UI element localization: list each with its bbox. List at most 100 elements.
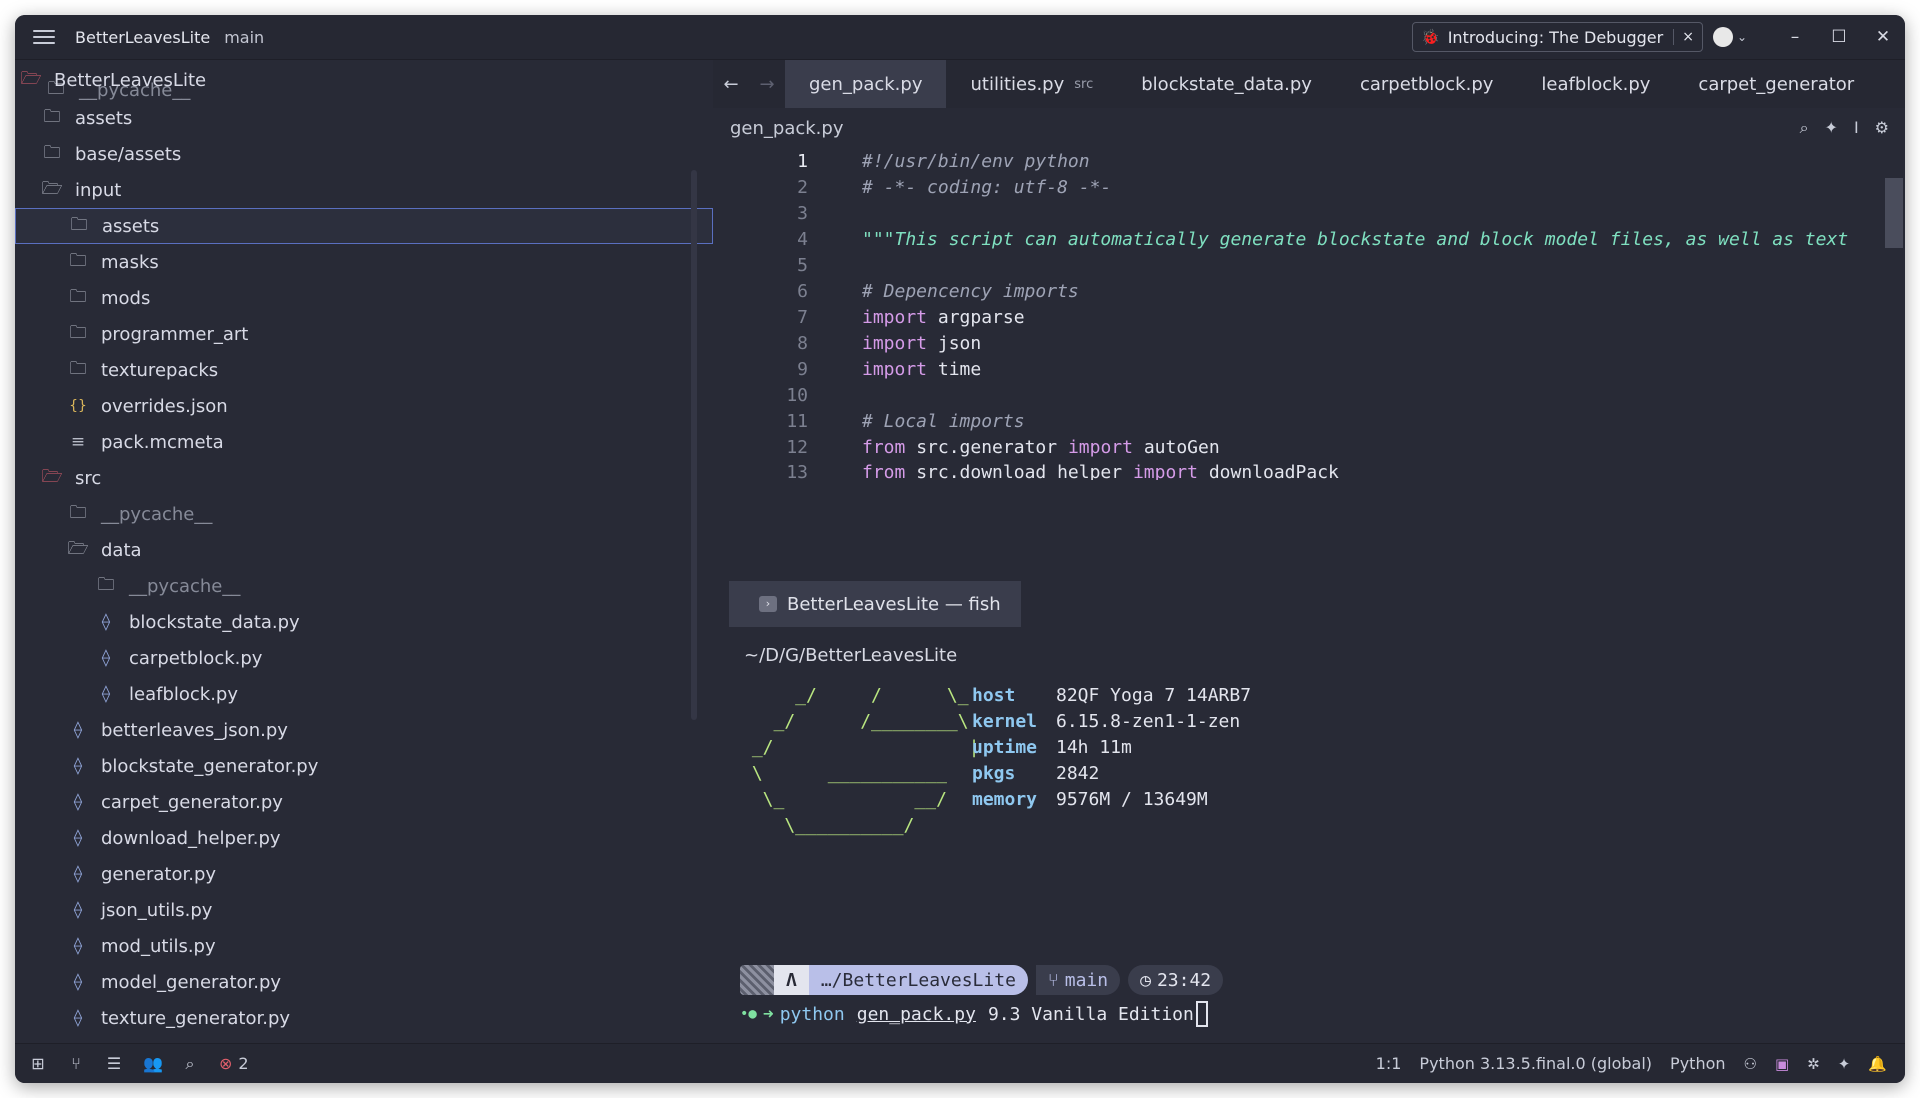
tree-item[interactable]: 🗀 __pycache__ xyxy=(67,496,713,532)
folder-icon: 🗀 xyxy=(43,106,61,127)
announcement-text: Introducing: The Debugger xyxy=(1447,27,1664,47)
editor-toolbar: gen_pack.py ⌕ ✦ I ⚙ xyxy=(713,108,1905,148)
tree-item[interactable]: ⟠ carpetblock.py xyxy=(95,640,713,676)
diagnostics-errors[interactable]: ⊗ 2 xyxy=(219,1054,249,1073)
tree-item[interactable]: ⟠ blockstate_data.py xyxy=(95,604,713,640)
close-window-button[interactable]: ✕ xyxy=(1861,27,1905,47)
tree-item[interactable]: 🗁 src xyxy=(41,460,713,496)
debug-icon[interactable]: ✲ xyxy=(1807,1055,1820,1073)
search-icon[interactable]: ⌕ xyxy=(181,1054,199,1074)
language-mode[interactable]: Python xyxy=(1670,1054,1725,1073)
tree-item[interactable]: ⟠ model_generator.py xyxy=(67,964,713,1000)
ascii-art-logo: _/ / \_ _/ /________\ _/ | \ ___________… xyxy=(751,685,980,836)
error-icon: ⊗ xyxy=(219,1054,233,1073)
assistant-sparkle-icon[interactable]: ✦ xyxy=(1825,118,1838,138)
tree-item[interactable]: ≡ pack.mcmeta xyxy=(67,424,713,460)
line-number: 12 xyxy=(786,436,808,458)
folder-open-icon: 🗁 xyxy=(41,466,63,487)
collaborators-icon[interactable]: 👥 xyxy=(143,1054,163,1073)
arch-logo-icon: Λ xyxy=(774,965,809,995)
tree-item[interactable]: 🗀 __pycache__ xyxy=(95,568,713,604)
tree-item[interactable]: ⟠ texture_generator.py xyxy=(67,1000,713,1036)
collab-icon[interactable]: ⚇ xyxy=(1744,1055,1757,1073)
tree-item[interactable]: 🗁 data xyxy=(67,532,713,568)
search-icon[interactable]: ⌕ xyxy=(1800,118,1809,138)
terminal-icon: › xyxy=(759,596,777,612)
tree-item[interactable]: {} overrides.json xyxy=(67,388,713,424)
code-editor[interactable]: 1 #!/usr/bin/env python 2 # -*- coding: ut… xyxy=(713,148,1905,568)
tree-item[interactable]: ⟠ blockstate_generator.py xyxy=(67,748,713,784)
tab-blockstate-data[interactable]: blockstate_data.py xyxy=(1117,60,1336,108)
terminal-icon[interactable]: ▣ xyxy=(1775,1055,1789,1073)
tree-item-selected[interactable]: 🗀 assets xyxy=(15,208,713,244)
tree-item[interactable]: 🗁 input xyxy=(41,172,713,208)
terminal-panel[interactable]: ~/D/G/BetterLeavesLite _/ / \_ _/ /_____… xyxy=(713,627,1905,1043)
git-branch-icon[interactable]: ⑂ xyxy=(67,1054,85,1073)
forward-arrow-icon[interactable]: → xyxy=(749,74,785,95)
tree-item[interactable]: 🗀 base/assets xyxy=(41,136,713,172)
tree-item[interactable]: ⟠ download_helper.py xyxy=(67,820,713,856)
folder-icon: 🗀 xyxy=(69,322,87,343)
title-bar: BetterLeavesLite main 🐞 Introducing: The… xyxy=(15,15,1905,60)
line-number: 9 xyxy=(797,358,808,380)
tab-gen-pack[interactable]: gen_pack.py xyxy=(785,60,947,108)
assistant-sparkle-icon[interactable]: ✦ xyxy=(1838,1055,1851,1073)
tree-item[interactable]: ⟠ json_utils.py xyxy=(67,892,713,928)
tree-item[interactable]: ⟠ mod_utils.py xyxy=(67,928,713,964)
command-line[interactable]: •● ➜ python gen_pack.py 9.3 Vanilla Edit… xyxy=(740,999,1208,1029)
settings-sliders-icon[interactable]: ⚙ xyxy=(1875,118,1889,138)
outline-icon[interactable]: ☰ xyxy=(105,1054,123,1073)
user-menu[interactable]: ⌄ xyxy=(1712,27,1747,47)
minimize-button[interactable]: – xyxy=(1773,27,1817,47)
tree-item[interactable]: ⟠ betterleaves_json.py xyxy=(67,712,713,748)
terminal-tab[interactable]: › BetterLeavesLite — fish xyxy=(729,581,1021,627)
line-number: 3 xyxy=(797,202,808,224)
notifications-bell-icon[interactable]: 🔔 xyxy=(1868,1055,1887,1073)
editor-tab-bar: ← → gen_pack.py utilities.py src blocksta… xyxy=(713,60,1905,108)
tab-leafblock[interactable]: leafblock.py xyxy=(1517,60,1674,108)
tree-item[interactable]: ⟠ leafblock.py xyxy=(95,676,713,712)
back-arrow-icon[interactable]: ← xyxy=(713,74,749,95)
hamburger-menu-icon[interactable] xyxy=(33,30,55,44)
project-root[interactable]: 🗁 BetterLeavesLite xyxy=(20,62,710,98)
python-file-icon: ⟠ xyxy=(73,972,83,992)
editor-scrollbar-thumb[interactable] xyxy=(1885,178,1903,248)
maximize-button[interactable]: ☐ xyxy=(1817,27,1861,47)
branch-name[interactable]: main xyxy=(224,28,264,47)
tree-item[interactable]: ⟠ generator.py xyxy=(67,856,713,892)
python-file-icon: ⟠ xyxy=(73,792,83,812)
python-file-icon: ⟠ xyxy=(73,864,83,884)
prompt-arrow-icon: ➜ xyxy=(762,1003,774,1025)
python-file-icon: ⟠ xyxy=(73,900,83,920)
prompt-path: …/BetterLeavesLite xyxy=(808,965,1028,995)
code-line: """This script can automatically generat… xyxy=(862,228,1849,250)
tree-item[interactable]: ⟠ carpet_generator.py xyxy=(67,784,713,820)
code-line: import time xyxy=(862,358,982,380)
project-tree-icon[interactable]: ⊞ xyxy=(29,1054,47,1073)
python-file-icon: ⟠ xyxy=(73,936,83,956)
debugger-announcement[interactable]: 🐞 Introducing: The Debugger × xyxy=(1412,22,1703,52)
python-interpreter[interactable]: Python 3.13.5.final.0 (global) xyxy=(1419,1054,1652,1073)
tree-item[interactable]: 🗀 mods xyxy=(67,280,713,316)
line-number: 11 xyxy=(786,410,808,432)
text-cursor-icon[interactable]: I xyxy=(1854,118,1859,138)
tab-utilities[interactable]: utilities.py src xyxy=(946,60,1117,108)
close-announcement-icon[interactable]: × xyxy=(1673,29,1694,45)
tab-carpet-generator[interactable]: carpet_generator xyxy=(1674,60,1878,108)
line-number: 13 xyxy=(786,462,808,480)
sidebar-scrollbar[interactable] xyxy=(691,170,697,720)
tree-item[interactable]: 🗀 assets xyxy=(41,100,713,136)
tab-carpetblock[interactable]: carpetblock.py xyxy=(1336,60,1517,108)
breadcrumb[interactable]: gen_pack.py xyxy=(730,118,843,139)
cursor-position[interactable]: 1:1 xyxy=(1376,1054,1402,1073)
prompt-git-branch: ⑂ main xyxy=(1035,965,1121,995)
tree-item[interactable]: 🗀 texturepacks xyxy=(67,352,713,388)
python-file-icon: ⟠ xyxy=(101,684,111,704)
tree-item[interactable]: 🗀 masks xyxy=(67,244,713,280)
project-name[interactable]: BetterLeavesLite xyxy=(75,28,210,47)
status-dots-icon: •● xyxy=(740,1006,757,1022)
tree-item[interactable]: 🗀 programmer_art xyxy=(67,316,713,352)
folder-icon: 🗀 xyxy=(97,574,115,595)
project-panel: 🗀 __pycache__ 🗁 BetterLeavesLite 🗀 assets… xyxy=(15,60,713,1043)
prompt-time: ◷ 23:42 xyxy=(1128,965,1224,995)
